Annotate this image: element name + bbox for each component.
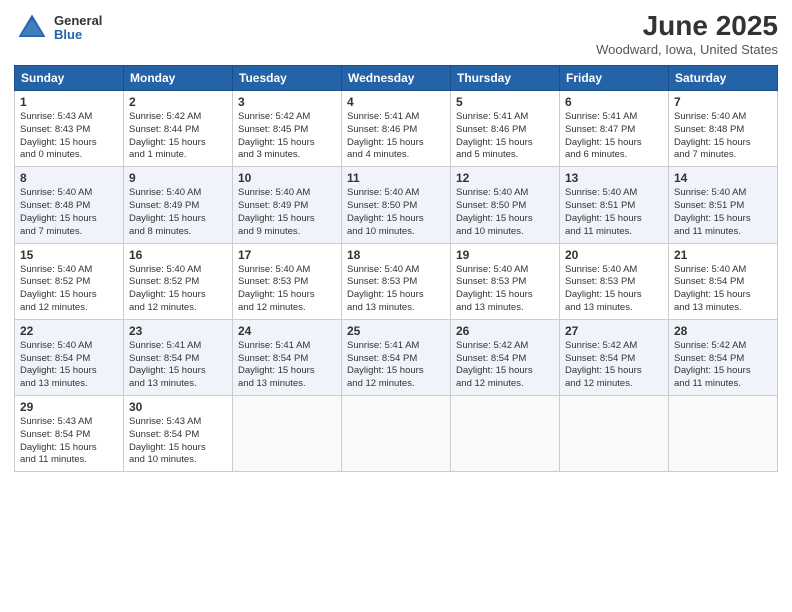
day-cell-30: 30 Sunrise: 5:43 AM Sunset: 8:54 PM Dayl…	[124, 396, 233, 472]
day-cell-15: 15 Sunrise: 5:40 AM Sunset: 8:52 PM Dayl…	[15, 243, 124, 319]
day-cell-25: 25 Sunrise: 5:41 AM Sunset: 8:54 PM Dayl…	[342, 319, 451, 395]
week-row-5: 29 Sunrise: 5:43 AM Sunset: 8:54 PM Dayl…	[15, 396, 778, 472]
week-row-2: 8 Sunrise: 5:40 AM Sunset: 8:48 PM Dayli…	[15, 167, 778, 243]
day-cell-20: 20 Sunrise: 5:40 AM Sunset: 8:53 PM Dayl…	[560, 243, 669, 319]
calendar: Sunday Monday Tuesday Wednesday Thursday…	[14, 65, 778, 472]
day-cell-1: 1 Sunrise: 5:43 AM Sunset: 8:43 PM Dayli…	[15, 91, 124, 167]
day-cell-16: 16 Sunrise: 5:40 AM Sunset: 8:52 PM Dayl…	[124, 243, 233, 319]
col-sunday: Sunday	[15, 66, 124, 91]
col-friday: Friday	[560, 66, 669, 91]
day-cell-28: 28 Sunrise: 5:42 AM Sunset: 8:54 PM Dayl…	[669, 319, 778, 395]
week-row-1: 1 Sunrise: 5:43 AM Sunset: 8:43 PM Dayli…	[15, 91, 778, 167]
week-row-4: 22 Sunrise: 5:40 AM Sunset: 8:54 PM Dayl…	[15, 319, 778, 395]
day-cell-9: 9 Sunrise: 5:40 AM Sunset: 8:49 PM Dayli…	[124, 167, 233, 243]
day-cell-19: 19 Sunrise: 5:40 AM Sunset: 8:53 PM Dayl…	[451, 243, 560, 319]
header: General Blue June 2025 Woodward, Iowa, U…	[14, 10, 778, 57]
day-cell-27: 27 Sunrise: 5:42 AM Sunset: 8:54 PM Dayl…	[560, 319, 669, 395]
title-area: June 2025 Woodward, Iowa, United States	[596, 10, 778, 57]
calendar-header-row: Sunday Monday Tuesday Wednesday Thursday…	[15, 66, 778, 91]
day-cell-17: 17 Sunrise: 5:40 AM Sunset: 8:53 PM Dayl…	[233, 243, 342, 319]
day-cell-6: 6 Sunrise: 5:41 AM Sunset: 8:47 PM Dayli…	[560, 91, 669, 167]
empty-cell	[451, 396, 560, 472]
col-saturday: Saturday	[669, 66, 778, 91]
month-title: June 2025	[596, 10, 778, 42]
week-row-3: 15 Sunrise: 5:40 AM Sunset: 8:52 PM Dayl…	[15, 243, 778, 319]
empty-cell	[560, 396, 669, 472]
day-cell-10: 10 Sunrise: 5:40 AM Sunset: 8:49 PM Dayl…	[233, 167, 342, 243]
day-cell-8: 8 Sunrise: 5:40 AM Sunset: 8:48 PM Dayli…	[15, 167, 124, 243]
day-cell-11: 11 Sunrise: 5:40 AM Sunset: 8:50 PM Dayl…	[342, 167, 451, 243]
page: General Blue June 2025 Woodward, Iowa, U…	[0, 0, 792, 612]
logo-text: General Blue	[54, 14, 102, 43]
day-cell-2: 2 Sunrise: 5:42 AM Sunset: 8:44 PM Dayli…	[124, 91, 233, 167]
col-tuesday: Tuesday	[233, 66, 342, 91]
logo-blue: Blue	[54, 28, 102, 42]
col-thursday: Thursday	[451, 66, 560, 91]
day-cell-22: 22 Sunrise: 5:40 AM Sunset: 8:54 PM Dayl…	[15, 319, 124, 395]
logo-icon	[14, 10, 50, 46]
col-monday: Monday	[124, 66, 233, 91]
day-cell-5: 5 Sunrise: 5:41 AM Sunset: 8:46 PM Dayli…	[451, 91, 560, 167]
day-cell-13: 13 Sunrise: 5:40 AM Sunset: 8:51 PM Dayl…	[560, 167, 669, 243]
day-cell-29: 29 Sunrise: 5:43 AM Sunset: 8:54 PM Dayl…	[15, 396, 124, 472]
logo: General Blue	[14, 10, 102, 46]
day-cell-26: 26 Sunrise: 5:42 AM Sunset: 8:54 PM Dayl…	[451, 319, 560, 395]
empty-cell	[669, 396, 778, 472]
day-cell-7: 7 Sunrise: 5:40 AM Sunset: 8:48 PM Dayli…	[669, 91, 778, 167]
empty-cell	[233, 396, 342, 472]
day-cell-21: 21 Sunrise: 5:40 AM Sunset: 8:54 PM Dayl…	[669, 243, 778, 319]
location: Woodward, Iowa, United States	[596, 42, 778, 57]
day-cell-12: 12 Sunrise: 5:40 AM Sunset: 8:50 PM Dayl…	[451, 167, 560, 243]
day-cell-3: 3 Sunrise: 5:42 AM Sunset: 8:45 PM Dayli…	[233, 91, 342, 167]
col-wednesday: Wednesday	[342, 66, 451, 91]
day-cell-18: 18 Sunrise: 5:40 AM Sunset: 8:53 PM Dayl…	[342, 243, 451, 319]
empty-cell	[342, 396, 451, 472]
day-cell-4: 4 Sunrise: 5:41 AM Sunset: 8:46 PM Dayli…	[342, 91, 451, 167]
logo-general: General	[54, 14, 102, 28]
day-cell-23: 23 Sunrise: 5:41 AM Sunset: 8:54 PM Dayl…	[124, 319, 233, 395]
day-cell-24: 24 Sunrise: 5:41 AM Sunset: 8:54 PM Dayl…	[233, 319, 342, 395]
day-cell-14: 14 Sunrise: 5:40 AM Sunset: 8:51 PM Dayl…	[669, 167, 778, 243]
